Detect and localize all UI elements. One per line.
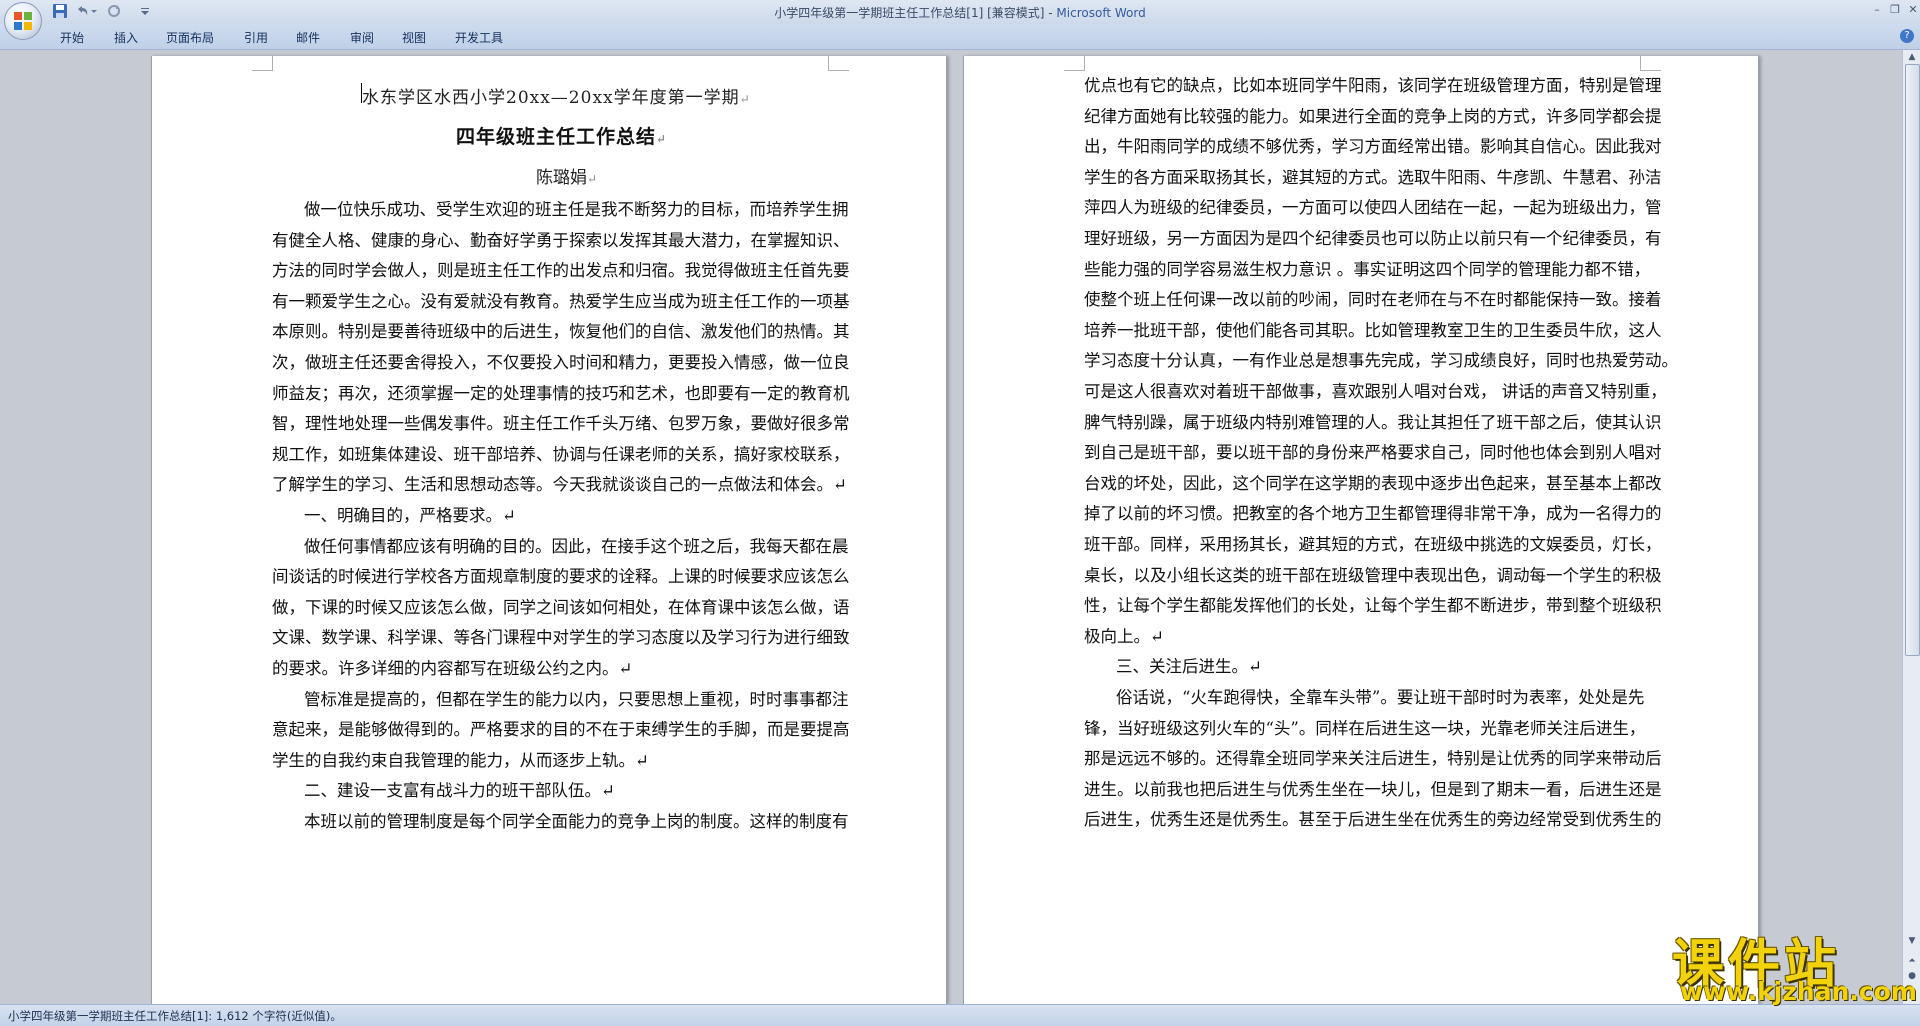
doc-body-line: 锋，当好班级这列火车的“头”。同样在后进生这一块，光靠老师关注后进生， [1084,718,1646,738]
doc-body-line: 台戏的坏处，因此，这个同学在这学期的表现中逐步出色起来，甚至基本上都改 [1084,473,1662,493]
doc-body-line: 了解学生的学习、生活和思想动态等。今天我就谈谈自己的一点做法和体会。↵ [272,475,847,495]
doc-body-line: 学生的各方面采取扬其长，避其短的方式。选取牛阳雨、牛彦凯、牛慧君、孙洁 [1084,167,1662,187]
doc-body-line: 做一位快乐成功、受学生欢迎的班主任是我不断努力的目标，而培养学生拥 [304,200,849,219]
doc-body-line: 学习态度十分认真，一有作业总是想事先完成，学习成绩良好，同时也热爱劳动。 [1084,351,1678,371]
doc-body-line: 极向上。↵ [1084,626,1164,646]
doc-body-line: 方法的同时学会做人，则是班主任工作的出发点和归宿。我觉得做班主任首先要 [272,261,850,281]
doc-body-line: 性，让每个学生都能发挥他们的长处，让每个学生都不断进步，带到整个班级积 [1084,596,1662,616]
tab-page-layout[interactable]: 页面布局 [166,29,214,46]
title-bar: 小学四年级第一学期班主任工作总结[1] [兼容模式] - Microsoft W… [0,0,1920,40]
doc-body-line: 师益友；再次，还须掌握一定的处理事情的技巧和艺术，也即要有一定的教育机 [272,383,850,403]
doc-body-line: 掉了以前的坏习惯。把教室的各个地方卫生都管理得非常干净，成为一名得力的 [1084,504,1662,524]
crop-mark [828,56,849,71]
minimize-icon[interactable]: – [1868,2,1886,18]
doc-body-line: 培养一批班干部，使他们能各司其职。比如管理教室卫生的卫生委员牛欣，这人 [1084,320,1662,340]
doc-body-line: 本原则。特别是要善待班级中的后进生，恢复他们的自信、激发他们的热情。其 [272,322,850,342]
doc-body-line: 进生。以前我也把后进生与优秀生坐在一块儿，但是到了期末一看，后进生还是 [1084,779,1662,799]
vertical-scrollbar[interactable]: ▲ ▼ ⏶ ● ⏷ [1902,50,1920,1004]
window-title: 小学四年级第一学期班主任工作总结[1] [兼容模式] - Microsoft W… [0,4,1920,21]
doc-body-line: 间谈话的时候进行学校各方面规章制度的要求的诠释。上课的时候要求应该怎么 [272,567,850,587]
doc-body-line: 脾气特别躁，属于班级内特别难管理的人。我让其担任了班干部之后，使其认识 [1084,412,1662,432]
doc-body-line: 到自己是班干部，要以班干部的身份来严格要求自己，同时他也体会到别人唱对 [1084,443,1662,463]
scroll-down-icon[interactable]: ▼ [1905,935,1919,947]
status-text: 小学四年级第一学期班主任工作总结[1]: 1,612 个字符(近似值)。 [8,1009,342,1023]
paragraph-mark: ↵ [587,172,598,186]
document-page-1[interactable]: 水东学区水西小学20xx—20xx学年度第一学期↵ 四年级班主任工作总结↵ 陈璐… [151,56,947,1005]
app-name: Microsoft Word [1056,6,1146,20]
doc-body-line: 可是这人很喜欢对着班干部做事，喜欢跟别人唱对台戏， 讲话的声音又特别重， [1084,382,1667,401]
doc-body-line: 管标准是提高的，但都在学生的能力以内，只要思想上重视，时时事事都注 [304,689,849,709]
author-text: 陈璐娟 [536,168,587,188]
crop-mark [1064,56,1085,71]
doc-body-line: 二、建设一支富有战斗力的班干部队伍。↵ [304,781,615,801]
doc-body-line: 意起来，是能够做得到的。严格要求的目的不在于束缚学生的手脚，而是要提高 [272,720,850,740]
doc-body-line: 做，下课的时候又应该怎么做，同学之间该如何相处，在体育课中该怎么做，语 [272,597,850,617]
title-text: 四年级班主任工作总结 [456,126,657,148]
doc-body-line: 萍四人为班级的纪律委员，一方面可以使四人团结在一起，一起为班级出力，管 [1084,198,1662,218]
doc-body-line: 本班以前的管理制度是每个同学全面能力的竞争上岗的制度。这样的制度有 [304,812,849,831]
office-button[interactable] [4,2,42,40]
doc-body-line: 桌长，以及小组长这类的班干部在班级管理中表现出色，调动每一个学生的积极 [1084,565,1662,585]
crop-mark [1640,56,1661,71]
doc-body-line: 一、明确目的，严格要求。↵ [304,506,516,525]
scroll-up-icon[interactable]: ▲ [1905,51,1919,63]
tab-home[interactable]: 开始 [60,29,84,46]
doc-body-line: 班干部。同样，采用扬其长，避其短的方式，在班级中挑选的文娱委员，灯长， [1084,535,1662,554]
doc-body-line: 后进生，优秀生还是优秀生。甚至于后进生坐在优秀生的旁边经常受到优秀生的 [1084,810,1662,830]
tab-mailings[interactable]: 邮件 [296,29,320,46]
doc-school-header: 水东学区水西小学20xx—20xx学年度第一学期↵ [362,83,751,108]
watermark-url: www.kjzhan.com [1680,977,1917,1006]
doc-body-line: 智，理性地处理一些偶发事件。班主任工作千头万绪、包罗万象，要做好很多常 [272,414,850,434]
doc-body-line: 做任何事情都应该有明确的目的。因此，在接手这个班之后，我每天都在晨 [304,536,849,556]
tab-view[interactable]: 视图 [402,29,426,46]
paragraph-mark: ↵ [739,92,751,106]
doc-body-line: 那是远远不够的。还得靠全班同学来关注后进生，特别是让优秀的同学来带动后 [1084,749,1662,769]
tab-review[interactable]: 审阅 [350,29,374,46]
tab-developer[interactable]: 开发工具 [455,29,503,46]
scrollbar-thumb[interactable] [1905,64,1920,656]
doc-body-line: 有一颗爱学生之心。没有爱就没有教育。热爱学生应当成为班主任工作的一项基 [272,291,850,311]
school-header-text: 水东学区水西小学20xx—20xx学年度第一学期 [362,88,740,108]
help-icon[interactable]: ? [1900,29,1914,43]
document-title: 小学四年级第一学期班主任工作总结[1] [兼容模式] - [774,6,1057,20]
doc-body-line: 优点也有它的缺点，比如本班同学牛阳雨，该同学在班级管理方面，特别是管理 [1084,76,1662,95]
doc-body-line: 次，做班主任还要舍得投入，不仅要投入时间和精力，更要投入情感，做一位良 [272,353,850,372]
tab-insert[interactable]: 插入 [114,29,138,46]
document-page-2[interactable]: 优点也有它的缺点，比如本班同学牛阳雨，该同学在班级管理方面，特别是管理 纪律方面她… [963,56,1759,1005]
office-logo-icon [14,12,32,30]
doc-body-line: 三、关注后进生。↵ [1116,657,1262,677]
doc-body-line: 些能力强的同学容易滋生权力意识 。事实证明这四个同学的管理能力都不错， [1084,259,1651,279]
restore-icon[interactable]: ❐ [1886,2,1904,18]
doc-body-line: 学生的自我约束自我管理的能力，从而逐步上轨。↵ [272,750,649,770]
doc-body-line: 规工作，如班集体建设、班干部培养、协调与任课老师的关系，搞好家校联系， [272,444,850,464]
crop-mark [252,56,273,71]
previous-page-icon[interactable]: ⏶ [1905,955,1919,967]
paragraph-mark: ↵ [656,132,668,146]
doc-body-line: 使整个班上任何课一改以前的吵闹，同时在老师在与不在时都能保持一致。接着 [1084,290,1662,310]
close-icon[interactable]: ✕ [1904,2,1920,18]
doc-body-line: 文课、数学课、科学课、等各门课程中对学生的学习态度以及学习行为进行细致 [272,628,850,648]
tab-references[interactable]: 引用 [244,29,268,46]
doc-body-line: 有健全人格、健康的身心、勤奋好学勇于探索以发挥其最大潜力，在掌握知识、 [272,230,850,250]
doc-author: 陈璐娟↵ [536,163,597,188]
status-bar: 小学四年级第一学期班主任工作总结[1]: 1,612 个字符(近似值)。 [0,1004,1920,1026]
doc-body-line: 出，牛阳雨同学的成绩不够优秀，学习方面经常出错。影响其自信心。因此我对 [1084,137,1662,157]
ribbon-tab-bar: 开始 插入 页面布局 引用 邮件 审阅 视图 开发工具 ? [0,24,1920,50]
doc-body-line: 纪律方面她有比较强的能力。如果进行全面的竞争上岗的方式，许多同学都会提 [1084,106,1662,126]
doc-body-line: 理好班级，另一方面因为是四个纪律委员也可以防止以前只有一个纪律委员，有 [1084,229,1662,248]
doc-title: 四年级班主任工作总结↵ [456,122,667,149]
doc-body-line: 俗话说，“火车跑得快，全靠车头带”。要让班干部时时为表率，处处是先 [1116,688,1645,707]
doc-body-line: 的要求。许多详细的内容都写在班级公约之内。↵ [272,659,633,678]
